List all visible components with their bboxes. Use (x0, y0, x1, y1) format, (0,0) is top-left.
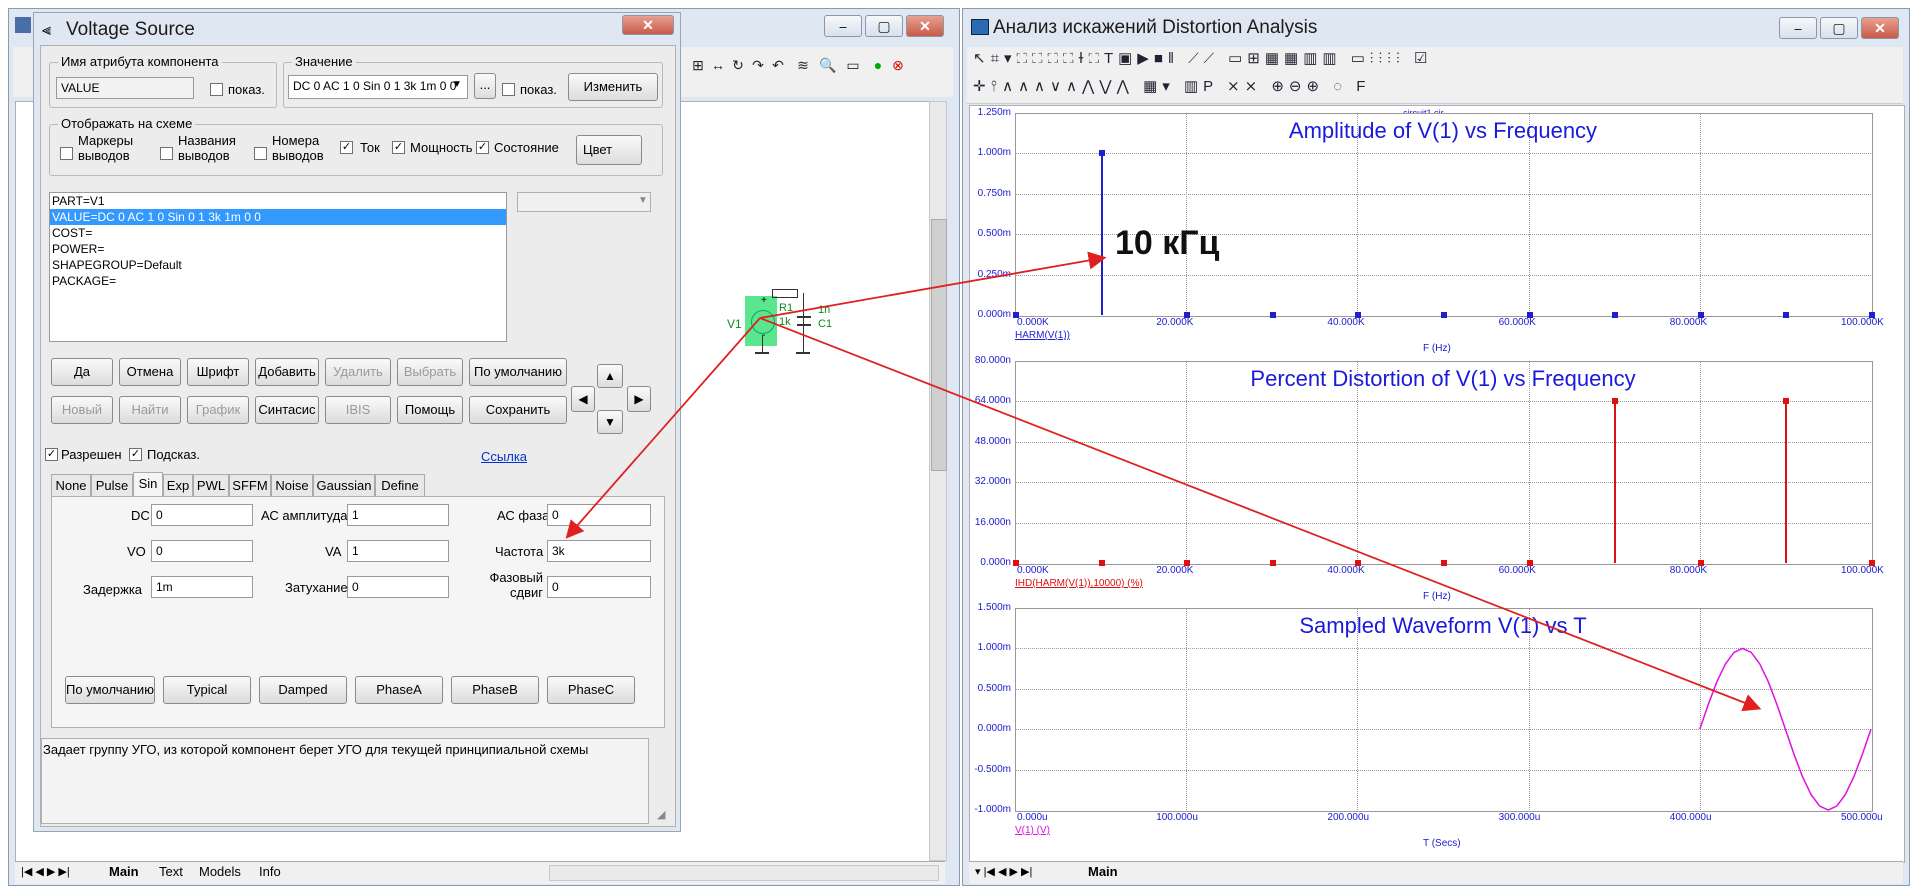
arrow-to-waveform (759, 317, 1762, 712)
arrow-to-amplitude (759, 251, 1107, 319)
arrow-to-frequency (565, 317, 761, 539)
annotation-arrows (565, 251, 1762, 712)
